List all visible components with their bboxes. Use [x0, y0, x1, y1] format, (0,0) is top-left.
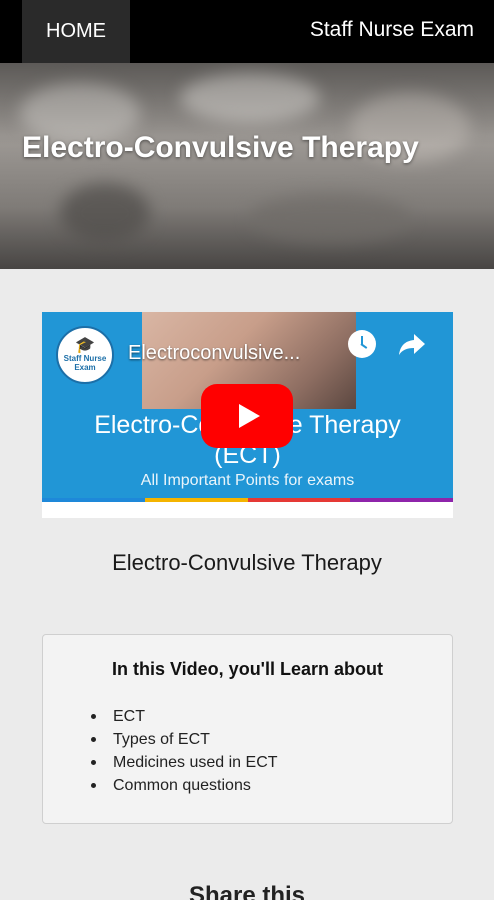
page-title: Electro-Convulsive Therapy: [22, 131, 419, 164]
list-item: ECT: [91, 705, 278, 728]
video-title[interactable]: Electroconvulsive...: [128, 342, 300, 365]
youtube-video-embed[interactable]: 🎓 Staff Nurse Exam Electroconvulsive... …: [42, 312, 453, 518]
share-heading: Share this: [188, 882, 306, 900]
channel-logo-text: Staff Nurse Exam: [63, 354, 107, 372]
watch-later-clock-icon[interactable]: [348, 330, 376, 358]
bullet-icon: [91, 714, 96, 719]
card-title: In this Video, you'll Learn about: [112, 659, 383, 679]
bullet-icon: [91, 783, 96, 788]
graduation-cap-icon: 🎓: [75, 337, 95, 354]
play-icon: [238, 404, 260, 428]
home-button[interactable]: HOME: [22, 0, 130, 63]
site-brand[interactable]: Staff Nurse Exam: [310, 0, 474, 60]
channel-avatar[interactable]: 🎓 Staff Nurse Exam: [56, 326, 114, 384]
list-item: Common questions: [91, 774, 278, 797]
play-button[interactable]: [201, 384, 293, 448]
video-thumbnail-subtitle: All Important Points for exams: [140, 472, 355, 489]
bullet-icon: [91, 760, 96, 765]
bullet-icon: [91, 737, 96, 742]
video-bottom-border: [42, 502, 453, 518]
list-item: Types of ECT: [91, 728, 278, 751]
hero-banner: Electro-Convulsive Therapy: [0, 63, 494, 269]
video-caption: Electro-Convulsive Therapy: [112, 550, 382, 575]
share-arrow-icon[interactable]: [398, 332, 426, 356]
learn-about-card: In this Video, you'll Learn about ECT Ty…: [42, 634, 453, 824]
top-navigation-bar: HOME Staff Nurse Exam: [0, 0, 494, 63]
topics-list: ECT Types of ECT Medicines used in ECT C…: [91, 705, 278, 797]
list-item: Medicines used in ECT: [91, 751, 278, 774]
